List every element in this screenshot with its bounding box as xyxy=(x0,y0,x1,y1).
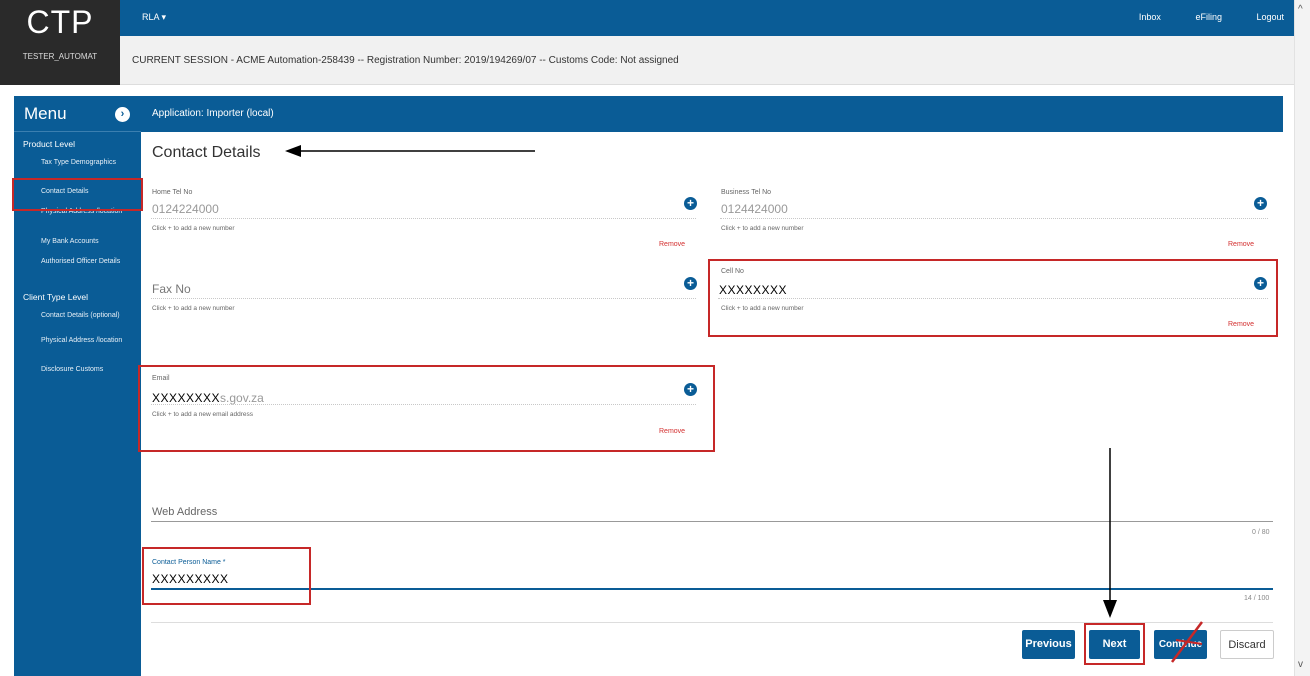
sidebar-item-client-physical-address[interactable]: Physical Address /location xyxy=(41,337,137,345)
menu-header: Menu › xyxy=(14,96,141,132)
business-tel-label: Business Tel No xyxy=(721,189,772,196)
annotation-box-sidebar xyxy=(12,178,143,211)
add-business-tel-icon[interactable]: + xyxy=(1254,197,1267,210)
app-logo: CTP xyxy=(26,4,94,40)
efiling-link[interactable]: eFiling xyxy=(1195,12,1222,22)
logout-link[interactable]: Logout xyxy=(1256,12,1284,22)
sidebar-item-bank-accounts[interactable]: My Bank Accounts xyxy=(41,238,137,246)
application-header: Application: Importer (local) xyxy=(141,96,1283,132)
home-tel-underline xyxy=(151,218,696,219)
annotation-box-contact-person xyxy=(142,547,311,605)
caret-down-icon: ▾ xyxy=(161,12,167,22)
rla-label: RLA xyxy=(142,12,160,22)
business-tel-help: Click + to add a new number xyxy=(721,225,804,232)
web-address-label: Web Address xyxy=(152,506,218,518)
menu-title: Menu xyxy=(24,104,67,123)
product-level-heading: Product Level xyxy=(23,139,75,149)
discard-button[interactable]: Discard xyxy=(1220,630,1274,659)
contact-person-counter: 14 / 100 xyxy=(1244,595,1270,602)
fax-input[interactable] xyxy=(151,298,696,299)
business-tel-remove[interactable]: Remove xyxy=(1228,241,1254,248)
business-tel-input[interactable]: 0124424000 xyxy=(721,202,788,216)
page-root: CTP TESTER_AUTOMAT RLA ▾ Inbox eFiling L… xyxy=(0,0,1310,676)
home-tel-label: Home Tel No xyxy=(152,189,193,196)
home-tel-input[interactable]: 0124224000 xyxy=(152,202,219,216)
client-level-heading: Client Type Level xyxy=(23,292,89,302)
sidebar-item-disclosure-customs[interactable]: Disclosure Customs xyxy=(41,366,137,374)
annotation-box-next xyxy=(1084,623,1145,665)
menu-toggle-icon[interactable]: › xyxy=(115,107,130,122)
rla-dropdown[interactable]: RLA ▾ xyxy=(142,12,166,23)
business-tel-underline xyxy=(720,218,1268,219)
previous-button[interactable]: Previous xyxy=(1022,630,1075,659)
user-name: TESTER_AUTOMAT xyxy=(22,52,98,61)
scroll-up-icon[interactable]: ^ xyxy=(1298,4,1303,15)
top-nav-bar: RLA ▾ Inbox eFiling Logout xyxy=(120,0,1294,36)
add-fax-icon[interactable]: + xyxy=(684,277,697,290)
annotation-box-email xyxy=(138,365,715,452)
sidebar-item-authorised-officer[interactable]: Authorised Officer Details xyxy=(41,258,137,266)
web-address-counter: 0 / 80 xyxy=(1252,529,1270,536)
brand-block: CTP TESTER_AUTOMAT xyxy=(0,0,120,85)
page-title: Contact Details xyxy=(152,144,261,161)
home-tel-remove[interactable]: Remove xyxy=(659,241,685,248)
fax-help: Click + to add a new number xyxy=(152,305,235,312)
sidebar-item-client-contact-details[interactable]: Contact Details (optional) xyxy=(41,312,137,320)
home-tel-help: Click + to add a new number xyxy=(152,225,235,232)
annotation-box-cell xyxy=(708,259,1278,337)
session-info: CURRENT SESSION - ACME Automation-258439… xyxy=(132,55,679,66)
page-scrollbar[interactable]: ^ v xyxy=(1294,0,1310,676)
sidebar-item-tax-type-demographics[interactable]: Tax Type Demographics xyxy=(41,159,137,167)
application-title: Application: Importer (local) xyxy=(152,108,274,119)
top-links: Inbox eFiling Logout xyxy=(1107,12,1284,22)
add-home-tel-icon[interactable]: + xyxy=(684,197,697,210)
scroll-down-icon[interactable]: v xyxy=(1298,659,1303,670)
inbox-link[interactable]: Inbox xyxy=(1139,12,1161,22)
fax-label: Fax No xyxy=(152,282,191,296)
session-bar: CURRENT SESSION - ACME Automation-258439… xyxy=(120,36,1294,85)
continue-button[interactable]: Continue xyxy=(1154,630,1207,659)
annotation-arrow-left xyxy=(285,145,535,157)
annotation-arrow-down xyxy=(1103,448,1117,618)
